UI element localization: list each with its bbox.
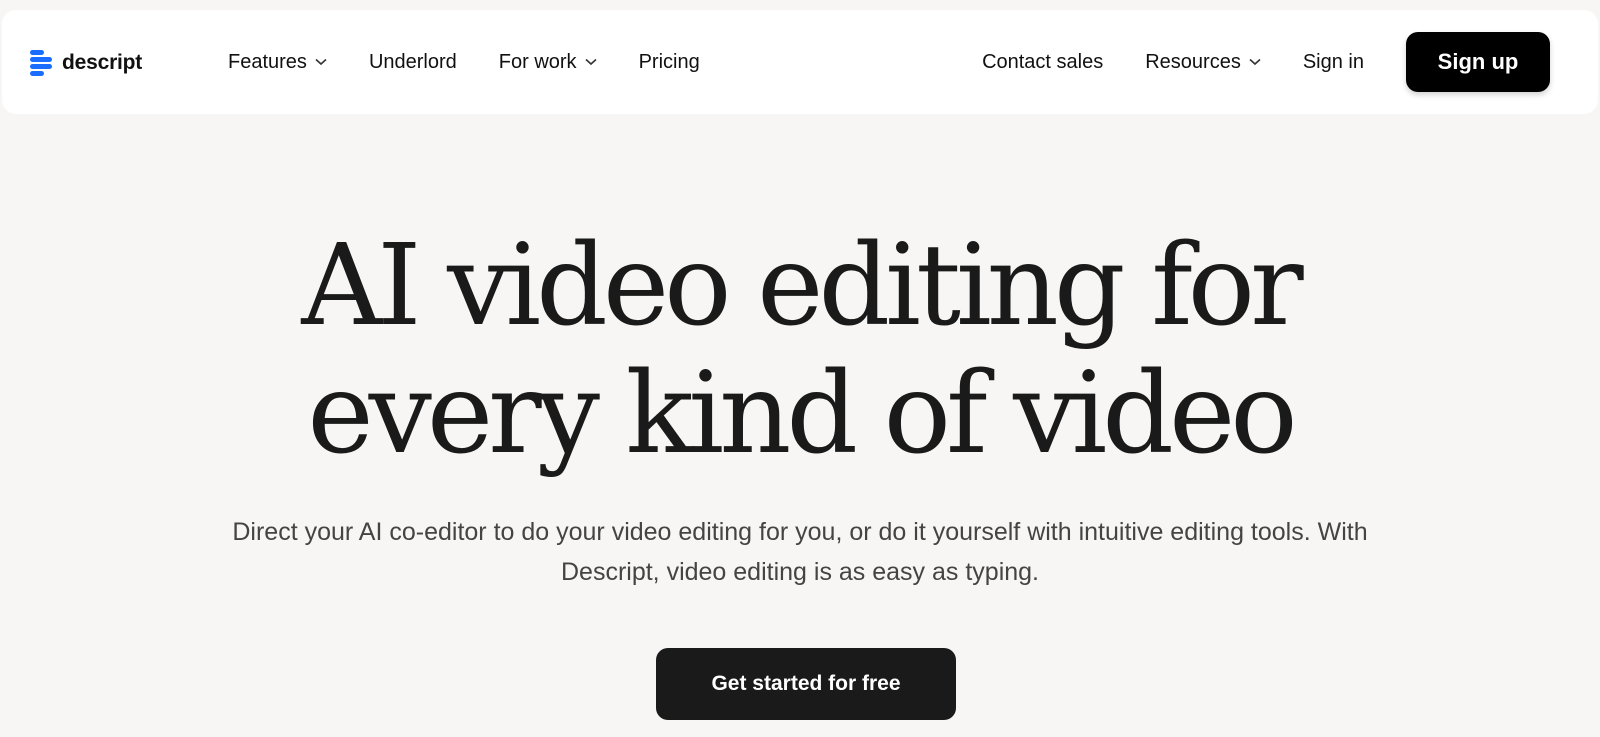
descript-logo-icon [30, 50, 54, 76]
nav-item-resources[interactable]: Resources [1145, 51, 1261, 74]
chevron-down-icon [315, 58, 327, 66]
chevron-down-icon [585, 58, 597, 66]
brand-name: descript [62, 51, 143, 74]
sign-up-button[interactable]: Sign up [1406, 32, 1550, 92]
nav-item-underlord[interactable]: Underlord [369, 51, 457, 74]
hero-subtitle: Direct your AI co-editor to do your vide… [232, 518, 1368, 586]
hero-title: AI video editing for every kind of video [0, 222, 1600, 478]
top-navbar: descript Features Underlord For work Pri… [2, 10, 1598, 114]
nav-item-pricing[interactable]: Pricing [639, 51, 700, 74]
chevron-down-icon [1249, 58, 1261, 66]
primary-nav: Features Underlord For work Pricing [228, 10, 742, 114]
nav-item-for-work[interactable]: For work [499, 51, 597, 74]
secondary-nav: Contact sales Resources Sign in Sign up [982, 10, 1598, 114]
nav-item-sign-in[interactable]: Sign in [1303, 51, 1364, 74]
hero-title-line-1: AI video editing for [301, 221, 1303, 351]
hero-title-line-2: every kind of video [307, 349, 1297, 479]
descript-logo[interactable]: descript [30, 50, 142, 76]
nav-item-features[interactable]: Features [228, 51, 327, 74]
nav-item-contact-sales[interactable]: Contact sales [982, 51, 1103, 74]
get-started-button[interactable]: Get started for free [656, 648, 956, 720]
